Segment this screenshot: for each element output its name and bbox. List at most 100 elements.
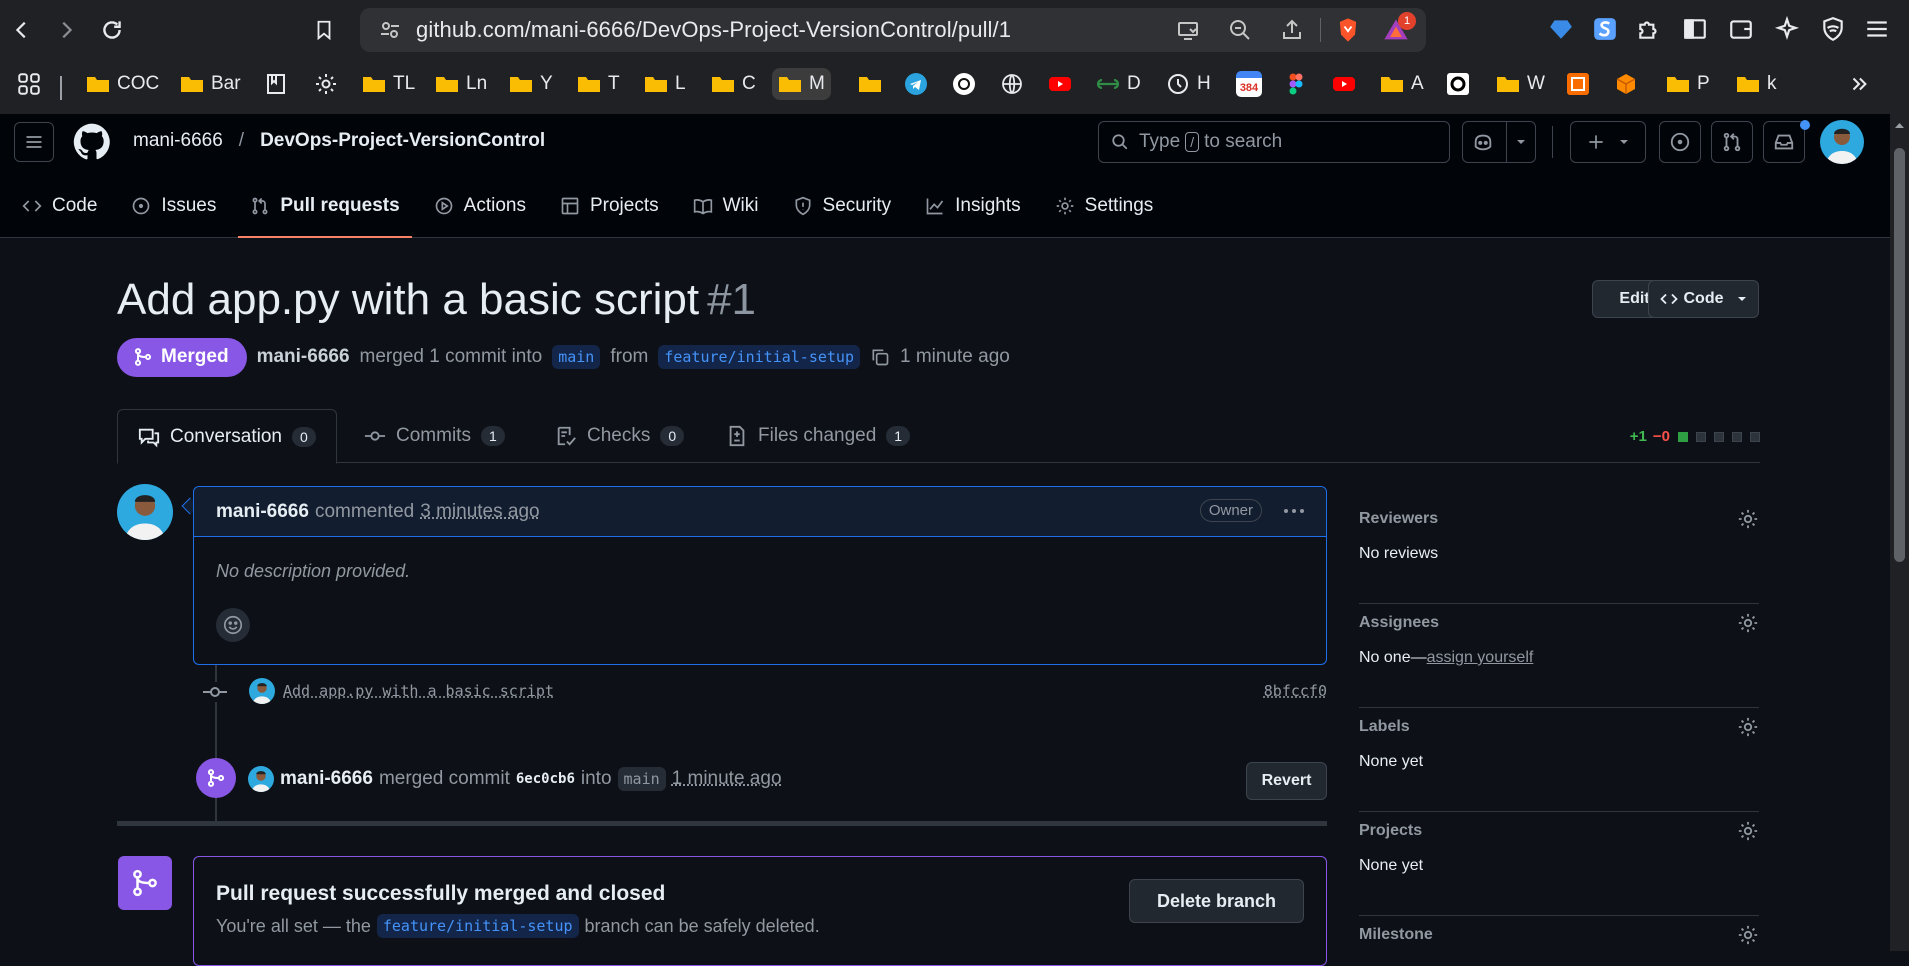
reading-list-icon[interactable]: [258, 68, 294, 100]
commit-sha-link[interactable]: 8bfccf0: [1264, 682, 1327, 700]
comment-timestamp[interactable]: 3 minutes ago: [420, 501, 539, 523]
tab-settings[interactable]: Settings: [1043, 186, 1166, 226]
commit-message-link[interactable]: Add app.py with a basic script: [283, 682, 554, 700]
commit-author-avatar[interactable]: [249, 678, 275, 704]
tab-security[interactable]: Security: [781, 186, 904, 226]
comment-author[interactable]: mani-6666: [216, 501, 309, 523]
copy-branch-icon[interactable]: [870, 347, 890, 367]
issues-header-button[interactable]: [1659, 121, 1701, 163]
kebab-menu-icon[interactable]: [1282, 499, 1306, 523]
tab-issues[interactable]: Issues: [119, 186, 228, 226]
bookmark-icon[interactable]: [308, 14, 340, 46]
chatgpt-icon[interactable]: [946, 68, 982, 100]
milestone-gear-icon[interactable]: [1737, 924, 1759, 946]
bookmark-folder-m[interactable]: M: [772, 68, 831, 100]
deletable-branch-label[interactable]: feature/initial-setup: [377, 914, 579, 938]
circle-site-icon[interactable]: [1440, 68, 1476, 100]
code-dropdown-button[interactable]: Code: [1648, 280, 1759, 318]
github-logo-icon[interactable]: [72, 122, 112, 162]
copilot-button[interactable]: [1462, 121, 1536, 163]
tab-commits[interactable]: Commits 1: [344, 409, 525, 463]
search-input[interactable]: Type / to search: [1098, 121, 1450, 163]
bookmark-folder-c[interactable]: C: [705, 68, 762, 100]
inbox-button[interactable]: [1763, 121, 1805, 163]
vpn-shield-icon[interactable]: [1820, 16, 1848, 44]
install-app-icon[interactable]: [1176, 18, 1200, 42]
bookmark-folder-unnamed[interactable]: [852, 68, 888, 100]
add-reaction-button[interactable]: [216, 608, 250, 642]
pr-author-link[interactable]: mani-6666: [257, 346, 350, 368]
bookmark-folder-ln[interactable]: Ln: [429, 68, 493, 100]
bookmark-folder-tl[interactable]: TL: [356, 68, 421, 100]
bookmark-folder-k[interactable]: k: [1730, 68, 1783, 100]
head-branch-label[interactable]: feature/initial-setup: [658, 345, 860, 369]
brave-shield-icon[interactable]: [1334, 16, 1358, 40]
box-app-icon[interactable]: [1608, 68, 1644, 100]
gem-extension-icon[interactable]: [1548, 16, 1576, 44]
tab-projects[interactable]: Projects: [548, 186, 671, 226]
orange-app-icon[interactable]: [1560, 68, 1596, 100]
telegram-icon[interactable]: [898, 68, 934, 100]
merge-author[interactable]: mani-6666: [280, 768, 373, 790]
delete-branch-button[interactable]: Delete branch: [1129, 879, 1304, 923]
s-extension-icon[interactable]: [1592, 16, 1620, 44]
bookmark-folder-a[interactable]: A: [1374, 68, 1430, 100]
bookmark-folder-t[interactable]: T: [571, 68, 626, 100]
repo-owner-link[interactable]: mani-6666: [133, 130, 223, 152]
menu-icon[interactable]: [1864, 16, 1892, 44]
revert-button[interactable]: Revert: [1246, 762, 1327, 800]
merge-commit-sha[interactable]: 6ec0cb6: [516, 771, 575, 787]
youtube-icon[interactable]: [1042, 68, 1078, 100]
create-new-button[interactable]: [1570, 121, 1646, 163]
pull-requests-header-button[interactable]: [1711, 121, 1753, 163]
tab-checks[interactable]: Checks 0: [535, 409, 704, 463]
repo-name-link[interactable]: DevOps-Project-VersionControl: [260, 130, 545, 152]
labels-gear-icon[interactable]: [1737, 716, 1759, 738]
tab-pull-requests[interactable]: Pull requests: [238, 186, 411, 226]
share-icon[interactable]: [1280, 18, 1304, 42]
comment-author-avatar[interactable]: [117, 484, 173, 540]
bookmarks-overflow-icon[interactable]: [1842, 68, 1876, 100]
tab-insights[interactable]: Insights: [913, 186, 1032, 226]
back-icon[interactable]: [6, 14, 38, 46]
tab-wiki[interactable]: Wiki: [681, 186, 771, 226]
scrollbar-thumb[interactable]: [1894, 148, 1905, 562]
merge-timestamp[interactable]: 1 minute ago: [672, 768, 782, 790]
bookmark-folder-l[interactable]: L: [638, 68, 692, 100]
bookmark-folder-bar[interactable]: Bar: [174, 68, 247, 100]
sidebar-icon[interactable]: [1682, 16, 1710, 44]
reload-icon[interactable]: [96, 14, 128, 46]
bookmark-folder-coc[interactable]: COC: [80, 68, 165, 100]
tab-files-changed[interactable]: Files changed 1: [706, 409, 930, 463]
forward-icon[interactable]: [50, 14, 82, 46]
globe-icon[interactable]: [994, 68, 1030, 100]
tab-actions[interactable]: Actions: [422, 186, 538, 226]
user-avatar[interactable]: [1820, 120, 1864, 164]
assignees-gear-icon[interactable]: [1737, 612, 1759, 634]
bookmark-geeks-d[interactable]: D: [1090, 68, 1147, 100]
leo-ai-icon[interactable]: [1774, 16, 1802, 44]
merge-author-avatar[interactable]: [248, 766, 274, 792]
site-settings-icon[interactable]: [378, 18, 402, 42]
figma-icon[interactable]: [1278, 68, 1314, 100]
url-bar[interactable]: github.com/mani-6666/DevOps-Project-Vers…: [360, 8, 1426, 52]
settings-bookmark-icon[interactable]: [308, 68, 344, 100]
projects-gear-icon[interactable]: [1737, 820, 1759, 842]
calendar-badge-icon[interactable]: 384: [1230, 68, 1268, 100]
bookmark-history-h[interactable]: H: [1160, 68, 1217, 100]
youtube-icon-2[interactable]: [1326, 68, 1362, 100]
assign-yourself-link[interactable]: assign yourself: [1427, 649, 1534, 666]
tab-code[interactable]: Code: [10, 186, 109, 226]
bookmark-folder-p[interactable]: P: [1660, 68, 1716, 100]
wallet-icon[interactable]: [1728, 16, 1756, 44]
zoom-out-icon[interactable]: [1228, 18, 1252, 42]
url-text[interactable]: github.com/mani-6666/DevOps-Project-Vers…: [416, 17, 1011, 43]
extensions-puzzle-icon[interactable]: [1636, 16, 1664, 44]
merge-target-branch[interactable]: main: [618, 767, 666, 791]
tab-conversation[interactable]: Conversation 0: [117, 409, 337, 464]
apps-grid-icon[interactable]: [10, 68, 48, 100]
bookmark-folder-y[interactable]: Y: [503, 68, 559, 100]
page-scrollbar[interactable]: [1890, 114, 1909, 951]
bookmark-folder-w[interactable]: W: [1490, 68, 1551, 100]
hamburger-menu-button[interactable]: [14, 122, 54, 162]
